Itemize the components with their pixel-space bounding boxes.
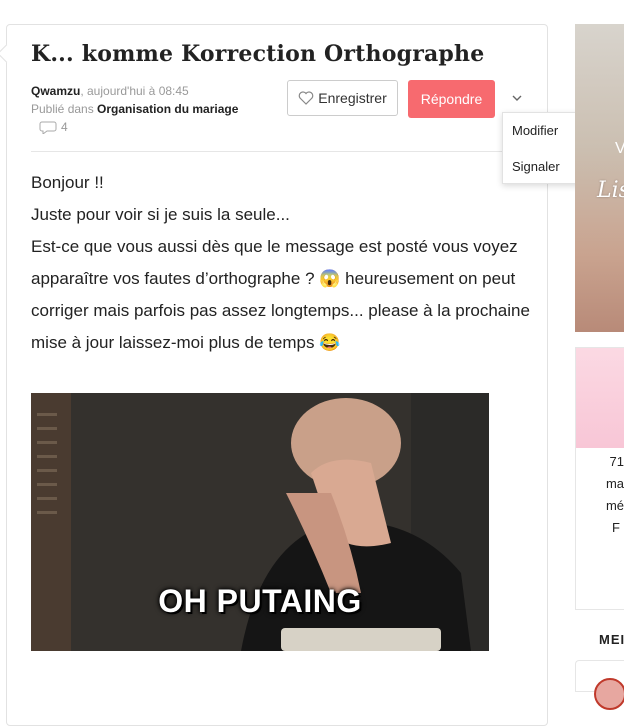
body-line: Bonjour !!	[31, 173, 104, 192]
save-button-label: Enregistrer	[318, 90, 387, 106]
sidebar-section-title: MEI	[599, 632, 624, 647]
banner-title: Lis	[597, 178, 624, 203]
comment-icon	[39, 121, 57, 134]
comment-count-value: 4	[61, 120, 68, 134]
sidebar-card[interactable]: 71 ma mé F	[575, 347, 624, 610]
card-text-line: mé	[605, 498, 624, 513]
card-text-line: ma	[605, 476, 624, 491]
card-pointer	[0, 44, 16, 63]
image-caption: OH PUTAING	[158, 583, 362, 619]
published-prefix: Publié dans	[31, 102, 98, 116]
category-link[interactable]: Organisation du mariage	[97, 102, 238, 116]
comment-count[interactable]: 4	[39, 120, 68, 134]
banner-text: V	[615, 140, 624, 157]
sidebar-bottom-card[interactable]	[575, 660, 624, 710]
body-line: Juste pour voir si je suis la seule...	[31, 205, 290, 224]
post-body: Bonjour !! Juste pour voir si je suis la…	[31, 167, 531, 359]
divider	[31, 151, 533, 152]
post-image[interactable]: OH PUTAING	[31, 393, 489, 651]
avatar	[594, 678, 624, 710]
reply-button[interactable]: Répondre	[408, 80, 495, 118]
post-meta: Qwamzu, aujourd'hui à 08:45 Publié dans …	[31, 82, 238, 118]
chevron-down-icon[interactable]	[510, 91, 524, 105]
post-title: K... komme Korrection Orthographe	[31, 41, 485, 67]
sidebar-ad-banner[interactable]: V Lis	[575, 24, 624, 332]
post-card: K... komme Korrection Orthographe Qwamzu…	[0, 24, 548, 726]
post-time: , aujourd'hui à 08:45	[80, 84, 189, 98]
card-text-line: 71	[609, 454, 624, 469]
body-line: Est-ce que vous aussi dès que le message…	[31, 237, 530, 352]
heart-icon	[298, 91, 314, 105]
author-name[interactable]: Qwamzu	[31, 84, 80, 98]
save-button[interactable]: Enregistrer	[287, 80, 398, 116]
card-text-line: F	[612, 520, 620, 535]
card-image	[576, 348, 624, 448]
